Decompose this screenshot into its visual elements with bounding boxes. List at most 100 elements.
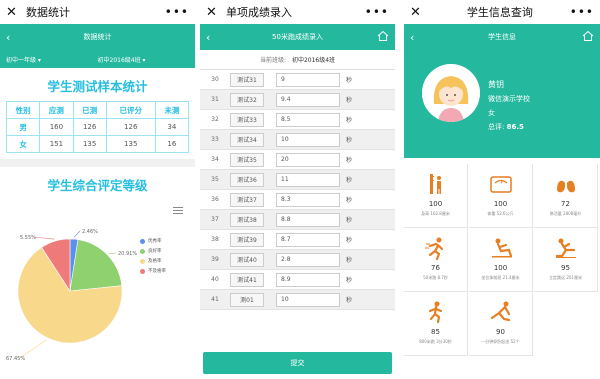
score-input[interactable]: 11 xyxy=(276,172,340,187)
class-select[interactable]: 初中2016级4班 ▾ xyxy=(98,55,190,64)
table-header: 已评分 xyxy=(105,101,156,119)
close-icon[interactable]: ✕ xyxy=(410,5,426,20)
back-icon[interactable]: ‹ xyxy=(206,31,220,44)
table-cell: 男 xyxy=(5,118,41,136)
score-label: 总评: xyxy=(488,123,505,131)
score-row: 41 测01 10 秒 xyxy=(200,290,395,310)
score-input[interactable]: 8.3 xyxy=(276,192,340,207)
unit-label: 秒 xyxy=(346,77,353,84)
row-number: 32 xyxy=(211,116,219,123)
home-icon[interactable] xyxy=(377,30,389,42)
test-item-score: 85 xyxy=(431,328,440,336)
score-input[interactable]: 2.8 xyxy=(276,252,340,267)
close-icon[interactable]: ✕ xyxy=(6,5,22,20)
profile-card: 黄钥 微信演示学校 女 总评: 86.5 xyxy=(404,50,600,158)
back-icon[interactable]: ‹ xyxy=(410,31,424,44)
legend-label: 优秀率 xyxy=(148,239,162,244)
legend-swatch xyxy=(140,258,145,264)
window-titlebar: ✕ 数据统计 ••• xyxy=(0,0,195,24)
score-entry-panel: ✕ 单项成绩录入 ••• ‹ 50米跑成绩录入 当前班级: 初中2016级4班 … xyxy=(200,0,395,379)
table-cell: 126 xyxy=(105,118,156,136)
jump-icon xyxy=(555,238,576,258)
score-input[interactable]: 8.5 xyxy=(276,112,340,127)
row-number: 35 xyxy=(211,176,219,183)
page-title: 数据统计 xyxy=(83,33,112,41)
unit-label: 秒 xyxy=(346,237,353,244)
pie-leader-line xyxy=(33,236,55,240)
pie-slice-2[interactable] xyxy=(69,239,123,292)
legend-item[interactable]: 不及格率 xyxy=(140,268,166,274)
score-input[interactable]: 10 xyxy=(276,132,340,147)
legend-item[interactable]: 优秀率 xyxy=(140,238,166,244)
home-icon[interactable] xyxy=(582,30,594,42)
score-value: 86.5 xyxy=(506,123,524,131)
table-cell: 女 xyxy=(5,135,41,153)
test-item-score: 95 xyxy=(561,264,570,272)
test-item-cell[interactable]: 100 身高 162.8厘米 xyxy=(404,164,468,228)
test-item-cell[interactable]: 95 立定跳远 201厘米 xyxy=(534,228,598,292)
profile-info: 黄钥 微信演示学校 女 总评: 86.5 xyxy=(488,78,530,134)
unit-label: 秒 xyxy=(346,217,353,224)
legend-item[interactable]: 良好率 xyxy=(140,248,166,254)
submit-button[interactable]: 提交 xyxy=(203,352,392,374)
unit-label: 秒 xyxy=(346,97,353,104)
score-list: 30 测试31 9 秒 31 测试32 9.4 秒 32 测试33 8.5 秒 33 测试34 10 秒 34 测… xyxy=(200,70,395,310)
score-row: 33 测试34 10 秒 xyxy=(200,130,395,150)
score-input[interactable]: 20 xyxy=(276,152,340,167)
student-name-cell: 测试32 xyxy=(230,92,264,107)
filter-row: 初中一年级 ▾ 初中2016级4班 ▾ xyxy=(0,50,195,68)
unit-label: 秒 xyxy=(346,257,353,264)
table-header: 应测 xyxy=(39,101,74,119)
student-info-panel: ✕ 学生信息查询 ••• ‹ 学生信息 黄钥 微信演示学校 女 总评: 86.5… xyxy=(404,0,600,379)
score-row: 31 测试32 9.4 秒 xyxy=(200,90,395,110)
table-header-row: 性别 应测 已测 已评分 未测 xyxy=(5,101,190,119)
score-row: 30 测试31 9 秒 xyxy=(200,70,395,90)
window-titlebar: ✕ 单项成绩录入 ••• xyxy=(200,0,395,24)
test-item-cell[interactable]: 100 坐位体前屈 21.4厘米 xyxy=(469,228,533,292)
more-icon[interactable]: ••• xyxy=(570,5,594,19)
student-name-cell: 测01 xyxy=(230,292,264,307)
row-number: 39 xyxy=(211,256,219,263)
table-row: 女 151 135 135 16 xyxy=(5,135,190,153)
test-item-cell[interactable]: 76 50米跑 8.7秒 xyxy=(404,228,468,292)
unit-label: 秒 xyxy=(346,297,353,304)
back-icon[interactable]: ‹ xyxy=(6,31,20,44)
test-item-label: 立定跳远 201厘米 xyxy=(549,275,582,280)
pie-data-label: 20.91% xyxy=(118,251,137,257)
table-header: 性别 xyxy=(5,101,41,119)
more-icon[interactable]: ••• xyxy=(365,5,389,19)
score-input[interactable]: 8.7 xyxy=(276,232,340,247)
avatar xyxy=(422,64,480,122)
test-item-cell[interactable]: 100 体重 52.6公斤 xyxy=(469,164,533,228)
grade-select[interactable]: 初中一年级 ▾ xyxy=(6,55,98,64)
table-header: 已测 xyxy=(72,101,107,119)
legend-label: 及格率 xyxy=(148,259,162,264)
row-number: 31 xyxy=(211,96,219,103)
test-item-label: 一分钟仰卧起坐 52个 xyxy=(481,339,520,344)
row-number: 30 xyxy=(211,76,219,83)
more-icon[interactable]: ••• xyxy=(165,5,189,19)
class-info: 当前班级: 初中2016级4班 xyxy=(200,50,395,70)
close-icon[interactable]: ✕ xyxy=(206,5,222,20)
pie-leader-line xyxy=(73,230,81,238)
score-input[interactable]: 9.4 xyxy=(276,92,340,107)
score-input[interactable]: 8.9 xyxy=(276,272,340,287)
gender: 女 xyxy=(488,109,495,117)
test-item-cell[interactable]: 85 800米跑 3分30秒 xyxy=(404,292,468,356)
test-item-label: 身高 162.8厘米 xyxy=(421,211,450,216)
legend-swatch xyxy=(140,248,145,254)
legend-label: 不及格率 xyxy=(148,269,166,274)
score-input[interactable]: 9 xyxy=(276,72,340,87)
legend-item[interactable]: 及格率 xyxy=(140,258,166,264)
table-cell: 135 xyxy=(72,135,107,153)
student-name-cell: 测试31 xyxy=(230,72,264,87)
test-item-cell[interactable]: 72 肺活量 2808毫升 xyxy=(534,164,598,228)
test-item-cell[interactable]: 90 一分钟仰卧起坐 52个 xyxy=(469,292,533,356)
score-input[interactable]: 10 xyxy=(276,292,340,307)
score-input[interactable]: 8.8 xyxy=(276,212,340,227)
student-name-cell: 测试33 xyxy=(230,112,264,127)
legend-swatch xyxy=(140,238,145,244)
unit-label: 秒 xyxy=(346,117,353,124)
pie-chart: 2.46% 20.91% 67.45% 5.55% xyxy=(6,229,137,362)
sprint-icon xyxy=(425,237,444,260)
